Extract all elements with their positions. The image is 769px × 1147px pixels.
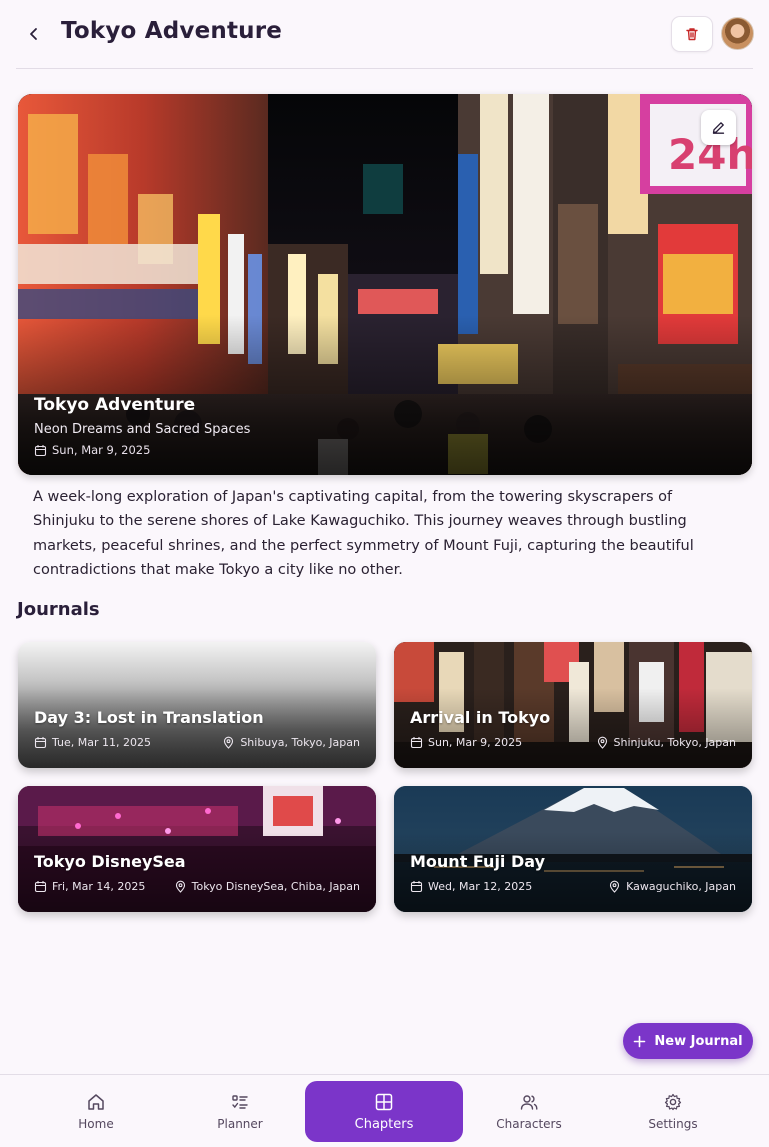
pencil-icon — [712, 122, 725, 134]
nav-item-planner[interactable]: Planner — [161, 1081, 319, 1142]
grid-icon — [375, 1093, 393, 1110]
calendar-icon — [410, 737, 423, 749]
card-shade — [18, 688, 376, 768]
nav-item-characters[interactable]: Characters — [450, 1081, 608, 1142]
nav-label: Characters — [496, 1117, 562, 1131]
journal-title: Tokyo DisneySea — [34, 852, 186, 871]
journal-location: Kawaguchiko, Japan — [608, 880, 736, 893]
back-button[interactable] — [20, 20, 48, 48]
nav-label: Home — [78, 1117, 114, 1131]
delete-button[interactable] — [671, 16, 713, 52]
journal-location-text: Tokyo DisneySea, Chiba, Japan — [191, 880, 360, 893]
calendar-icon — [34, 444, 47, 456]
journal-location-text: Shibuya, Tokyo, Japan — [240, 736, 360, 749]
new-journal-button[interactable]: New Journal — [623, 1023, 753, 1059]
calendar-icon — [410, 881, 423, 893]
journal-date: Tue, Mar 11, 2025 — [34, 736, 151, 749]
journal-date-text: Fri, Mar 14, 2025 — [52, 880, 146, 893]
journal-date-text: Tue, Mar 11, 2025 — [52, 736, 152, 749]
journal-location: Shinjuku, Tokyo, Japan — [596, 736, 736, 749]
page-title: Tokyo Adventure — [61, 18, 283, 44]
calendar-icon — [34, 737, 47, 749]
journal-date: Fri, Mar 14, 2025 — [34, 880, 145, 893]
journal-date-text: Sun, Mar 9, 2025 — [428, 736, 523, 749]
journal-location: Shibuya, Tokyo, Japan — [222, 736, 360, 749]
nav-label: Chapters — [354, 1116, 414, 1132]
home-icon — [88, 1094, 104, 1110]
users-icon — [520, 1095, 538, 1110]
location-pin-icon — [597, 736, 607, 749]
journal-card[interactable]: Mount Fuji Day Wed, Mar 12, 2025 Kawaguc… — [394, 786, 752, 912]
nav-label: Planner — [217, 1117, 263, 1131]
journal-title: Day 3: Lost in Translation — [34, 708, 264, 727]
journal-date: Wed, Mar 12, 2025 — [410, 880, 532, 893]
hero-date: Sun, Mar 9, 2025 — [34, 443, 150, 457]
description: A week-long exploration of Japan's capti… — [33, 489, 694, 578]
journal-title: Arrival in Tokyo — [410, 708, 551, 727]
card-shade — [18, 832, 376, 912]
new-journal-label: New Journal — [654, 1033, 743, 1049]
bottom-nav: Home Planner Chapters Characters Setting… — [0, 1074, 769, 1147]
card-shade — [394, 832, 752, 912]
nav-label: Settings — [648, 1117, 698, 1131]
journal-location-text: Kawaguchiko, Japan — [626, 880, 736, 893]
nav-item-settings[interactable]: Settings — [594, 1081, 752, 1142]
card-shade — [394, 688, 752, 768]
nav-item-home[interactable]: Home — [17, 1081, 175, 1142]
location-pin-icon — [175, 880, 185, 893]
hero-date-text: Sun, Mar 9, 2025 — [52, 443, 151, 457]
plus-icon — [634, 1035, 646, 1047]
nav-item-chapters[interactable]: Chapters — [305, 1081, 463, 1142]
journal-location: Tokyo DisneySea, Chiba, Japan — [174, 880, 360, 893]
checklist-icon — [232, 1095, 248, 1109]
hero-title: Tokyo Adventure — [34, 395, 196, 415]
app-header: Tokyo Adventure — [0, 0, 769, 68]
journal-location-text: Shinjuku, Tokyo, Japan — [613, 736, 736, 749]
hero-card[interactable]: 24h Tokyo Adventure Neon Dreams and Sacr… — [18, 94, 752, 475]
journal-card[interactable]: Day 3: Lost in Translation Tue, Mar 11, … — [18, 642, 376, 768]
location-pin-icon — [610, 880, 620, 893]
trash-icon — [686, 28, 698, 41]
journal-date-text: Wed, Mar 12, 2025 — [428, 880, 533, 893]
journal-card[interactable]: Tokyo DisneySea Fri, Mar 14, 2025 Tokyo … — [18, 786, 376, 912]
gear-icon — [664, 1093, 682, 1111]
avatar[interactable] — [721, 17, 754, 50]
location-pin-icon — [224, 736, 234, 749]
chevron-left-icon — [30, 28, 37, 40]
journal-title: Mount Fuji Day — [410, 852, 545, 871]
edit-button[interactable] — [701, 110, 736, 145]
header-divider — [16, 68, 753, 69]
hero-subtitle: Neon Dreams and Sacred Spaces — [34, 422, 251, 437]
calendar-icon — [34, 881, 47, 893]
journal-card[interactable]: Arrival in Tokyo Sun, Mar 9, 2025 Shinju… — [394, 642, 752, 768]
journals-heading: Journals — [17, 599, 100, 620]
journal-date: Sun, Mar 9, 2025 — [410, 736, 522, 749]
